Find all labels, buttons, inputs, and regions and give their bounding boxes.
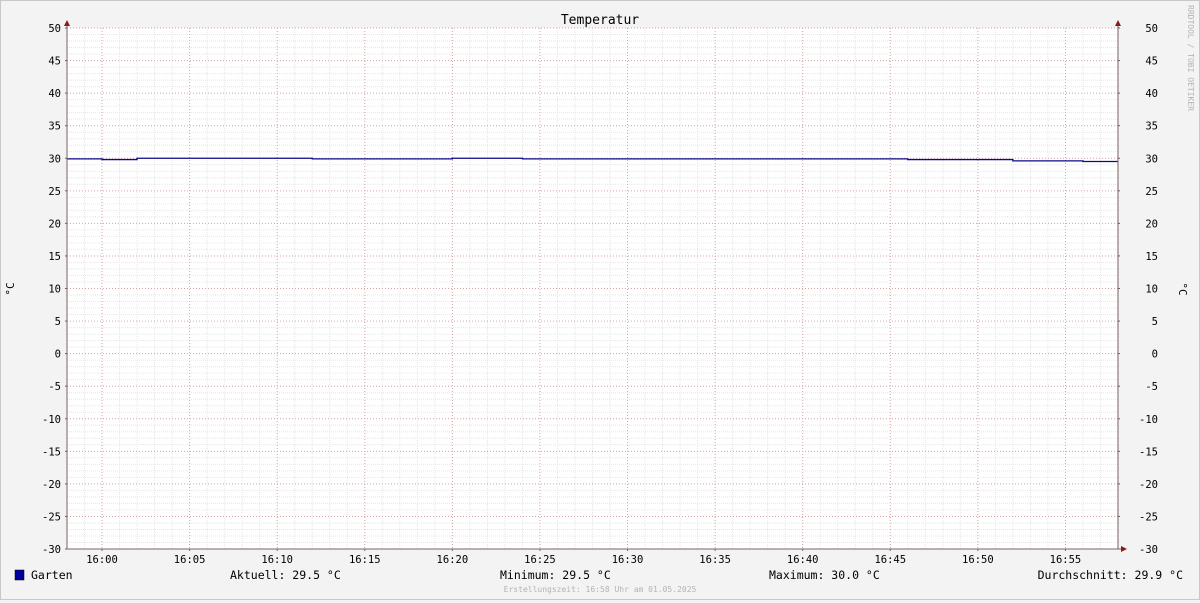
y-tick-label-left: -20 bbox=[42, 479, 61, 491]
chart-frame: 50 45 40 35 30 25 20 15 10 5 0 -5 -10 -15 -20 -25 -30 50… bbox=[0, 0, 1200, 600]
y-tick-label-right: -15 bbox=[1139, 446, 1158, 458]
y-tick-label-left: 0 bbox=[55, 349, 61, 361]
y-tick-label-right: 0 bbox=[1152, 349, 1158, 361]
x-tick-label: 16:30 bbox=[612, 554, 644, 566]
temperature-chart: 50454035302520151050-5-10-15-20-25-30 50… bbox=[4, 5, 1195, 594]
x-tick-label: 16:15 bbox=[349, 554, 381, 566]
y-tick-label-left: 5 bbox=[55, 316, 61, 328]
grid bbox=[66, 27, 1119, 550]
y-tick-label-right: -10 bbox=[1139, 414, 1158, 426]
x-tick-label: 16:50 bbox=[962, 554, 994, 566]
y-axis-arrow-left bbox=[64, 20, 70, 26]
y-tick-labels-left: 50454035302520151050-5-10-15-20-25-30 bbox=[42, 23, 61, 556]
y-tick-label-left: 25 bbox=[48, 186, 61, 198]
y-tick-label-left: 50 bbox=[48, 23, 61, 35]
y-tick-label-left: -15 bbox=[42, 446, 61, 458]
y-tick-label-right: 35 bbox=[1145, 121, 1158, 133]
y-tick-label-left: -10 bbox=[42, 414, 61, 426]
x-tick-label: 16:05 bbox=[174, 554, 206, 566]
y-tick-label-left: 40 bbox=[48, 88, 61, 100]
y-tick-label-right: 20 bbox=[1145, 218, 1158, 230]
watermark: RRDTOOL / TOBI OETIKER bbox=[1186, 5, 1195, 111]
y-tick-label-left: 30 bbox=[48, 153, 61, 165]
y-tick-label-left: 45 bbox=[48, 56, 61, 68]
x-tick-label: 16:45 bbox=[874, 554, 906, 566]
y-axis-label-left: °C bbox=[4, 282, 17, 295]
y-tick-label-left: -25 bbox=[42, 511, 61, 523]
y-axis-arrow-right bbox=[1115, 20, 1121, 26]
y-tick-label-left: 15 bbox=[48, 251, 61, 263]
y-tick-label-right: 10 bbox=[1145, 284, 1158, 296]
y-tick-label-right: 40 bbox=[1145, 88, 1158, 100]
y-tick-label-left: -30 bbox=[42, 544, 61, 556]
x-tick-label: 16:25 bbox=[524, 554, 556, 566]
x-tick-labels: 16:00 16:05 16:10 16:15 16:20 16:25 16:30 16:35… bbox=[86, 554, 1081, 566]
legend-average: Durchschnitt: 29.9 °C bbox=[1038, 568, 1183, 582]
legend-swatch bbox=[14, 569, 25, 581]
x-tick-label: 16:20 bbox=[437, 554, 469, 566]
y-tick-labels-right: 50454035302520151050-5-10-15-20-25-30 bbox=[1139, 23, 1158, 556]
creation-time: Erstellungszeit: 16:58 Uhr am 01.05.2025 bbox=[504, 585, 697, 594]
y-axis-label-right: °C bbox=[1176, 282, 1189, 295]
y-tick-label-right: -25 bbox=[1139, 511, 1158, 523]
y-tick-label-right: 15 bbox=[1145, 251, 1158, 263]
y-tick-label-left: -5 bbox=[48, 381, 61, 393]
y-tick-label-right: -20 bbox=[1139, 479, 1158, 491]
x-tick-label: 16:00 bbox=[86, 554, 118, 566]
x-tick-label: 16:35 bbox=[699, 554, 731, 566]
y-tick-label-left: 10 bbox=[48, 284, 61, 296]
legend-series-label: Garten bbox=[31, 568, 73, 582]
y-tick-label-right: -30 bbox=[1139, 544, 1158, 556]
y-tick-label-right: -5 bbox=[1145, 381, 1158, 393]
x-tick-label: 16:10 bbox=[261, 554, 293, 566]
y-tick-label-right: 5 bbox=[1152, 316, 1158, 328]
legend-minimum: Minimum: 29.5 °C bbox=[500, 568, 611, 582]
y-tick-label-left: 35 bbox=[48, 121, 61, 133]
chart-title: Temperatur bbox=[561, 13, 639, 28]
y-tick-label-left: 20 bbox=[48, 218, 61, 230]
legend-current: Aktuell: 29.5 °C bbox=[230, 568, 341, 582]
y-tick-label-right: 45 bbox=[1145, 56, 1158, 68]
y-tick-label-right: 50 bbox=[1145, 23, 1158, 35]
y-tick-label-right: 30 bbox=[1145, 153, 1158, 165]
y-tick-label-right: 25 bbox=[1145, 186, 1158, 198]
x-tick-label: 16:40 bbox=[787, 554, 819, 566]
x-tick-label: 16:55 bbox=[1050, 554, 1082, 566]
legend-maximum: Maximum: 30.0 °C bbox=[769, 568, 880, 582]
x-axis-arrow bbox=[1121, 546, 1127, 552]
